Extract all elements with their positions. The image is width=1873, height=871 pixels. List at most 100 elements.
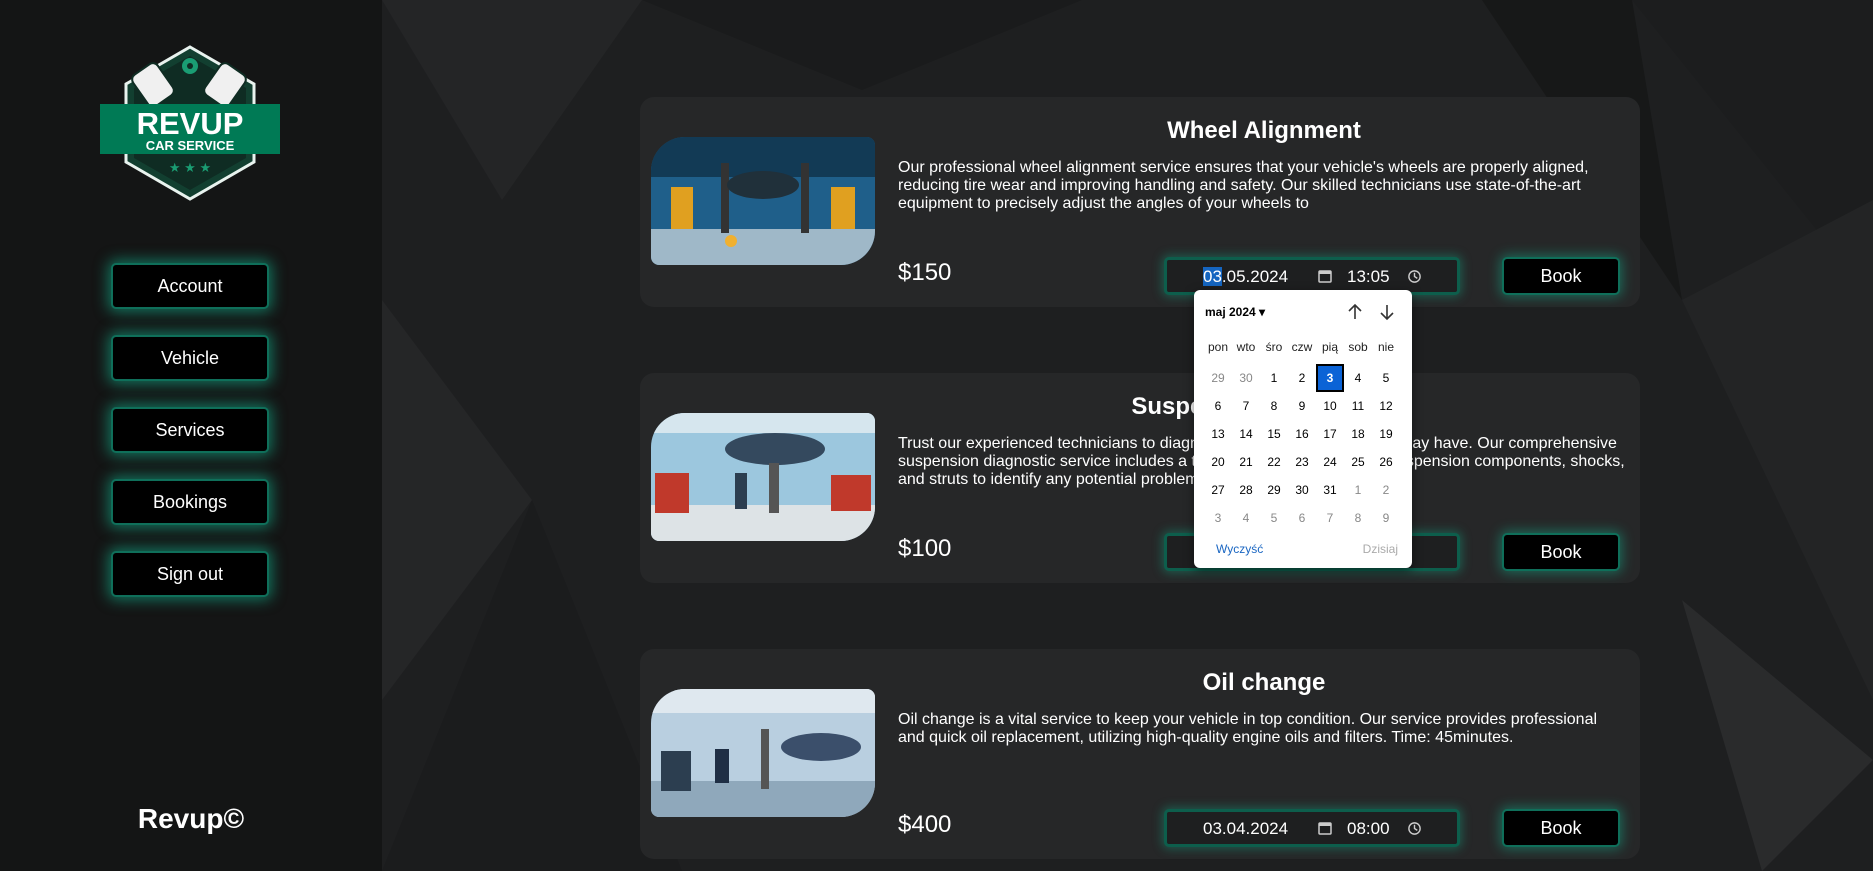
calendar-day[interactable]: 8: [1344, 504, 1372, 532]
clock-icon[interactable]: [1407, 269, 1422, 284]
calendar-week: 6 7 8 9 10 11 12: [1204, 392, 1400, 420]
calendar-day[interactable]: 7: [1316, 504, 1344, 532]
service-card-wheel-alignment: Wheel Alignment Our professional wheel a…: [640, 97, 1640, 307]
calendar-day[interactable]: 9: [1372, 504, 1400, 532]
suspension-image: [651, 413, 875, 541]
arrow-down-icon[interactable]: [1378, 302, 1396, 322]
svg-text:REVUP: REVUP: [137, 106, 244, 141]
service-card-suspension: Suspension Diagnostic Trust our experien…: [640, 373, 1640, 583]
datetime-input[interactable]: 03.04.2024 08:00: [1164, 809, 1460, 847]
book-button[interactable]: Book: [1502, 533, 1620, 571]
weekday-header: pon wto śro czw pią sob nie: [1204, 340, 1400, 354]
weekday-label: pon: [1207, 340, 1229, 354]
calendar-day[interactable]: 26: [1372, 448, 1400, 476]
day-grid: 29 30 1 2 3 4 5 6 7 8 9 10 11 12 13 14 15 16 17 18 19 20 21 22 2…: [1204, 364, 1400, 532]
service-title: Oil change: [1202, 669, 1326, 696]
weekday-label: sob: [1348, 340, 1368, 354]
calendar-icon[interactable]: [1317, 268, 1333, 284]
calendar-week: 3456789: [1204, 504, 1400, 532]
sidebar: REVUP CAR SERVICE ★ ★ ★ Account Vehicle …: [0, 0, 382, 871]
weekday-label: pią: [1321, 340, 1338, 354]
calendar-icon[interactable]: [1317, 820, 1333, 836]
calendar-day[interactable]: 5: [1372, 364, 1400, 392]
service-price: $100: [898, 535, 952, 562]
calendar-day[interactable]: 1: [1260, 364, 1288, 392]
calendar-day[interactable]: 11: [1344, 392, 1372, 420]
service-title: Wheel Alignment: [1167, 117, 1361, 144]
calendar-day[interactable]: 4: [1232, 504, 1260, 532]
calendar-day[interactable]: 6: [1288, 504, 1316, 532]
calendar-day[interactable]: 2: [1288, 364, 1316, 392]
clock-icon[interactable]: [1407, 821, 1422, 836]
weekday-label: wto: [1236, 340, 1256, 354]
calendar-day[interactable]: 4: [1344, 364, 1372, 392]
service-price: $150: [898, 259, 952, 286]
calendar-day[interactable]: 30: [1232, 364, 1260, 392]
weekday-label: czw: [1291, 340, 1313, 354]
date-value[interactable]: 03.04.2024: [1203, 819, 1288, 839]
calendar-day[interactable]: 29: [1204, 364, 1232, 392]
date-value[interactable]: 03.05.2024: [1203, 267, 1288, 287]
account-button[interactable]: Account: [111, 263, 269, 309]
service-description: Oil change is a vital service to keep yo…: [898, 711, 1598, 746]
wheel-alignment-image: [651, 137, 875, 265]
calendar-week: 27 28 29 30 31 1 2: [1204, 476, 1400, 504]
sign-out-button[interactable]: Sign out: [111, 551, 269, 597]
services-button[interactable]: Services: [111, 407, 269, 453]
calendar-day[interactable]: 13: [1204, 420, 1232, 448]
calendar-day[interactable]: 1: [1344, 476, 1372, 504]
weekday-label: nie: [1377, 340, 1394, 354]
month-year-dropdown[interactable]: maj 2024 ▾: [1205, 305, 1265, 319]
calendar-day[interactable]: 19: [1372, 420, 1400, 448]
calendar-day[interactable]: 3: [1316, 364, 1344, 392]
calendar-day[interactable]: 28: [1232, 476, 1260, 504]
service-description: Our professional wheel alignment service…: [898, 159, 1589, 212]
calendar-day[interactable]: 18: [1344, 420, 1372, 448]
calendar-day[interactable]: 25: [1344, 448, 1372, 476]
calendar-week: 20 21 22 23 24 25 26: [1204, 448, 1400, 476]
calendar-day[interactable]: 23: [1288, 448, 1316, 476]
oil-change-image: [651, 689, 875, 817]
date-picker-popup: maj 2024 ▾ pon wto śro czw pią sob nie 29 30 1 2 3…: [1194, 290, 1412, 568]
footer-brand: Revup©: [137, 803, 245, 834]
calendar-day[interactable]: 15: [1260, 420, 1288, 448]
bookings-button[interactable]: Bookings: [111, 479, 269, 525]
svg-text:★ ★ ★: ★ ★ ★: [169, 160, 211, 175]
calendar-day[interactable]: 3: [1204, 504, 1232, 532]
svg-text:CAR SERVICE: CAR SERVICE: [146, 138, 235, 153]
book-button[interactable]: Book: [1502, 257, 1620, 295]
main-content: Wheel Alignment Our professional wheel a…: [382, 0, 1873, 871]
calendar-week: 13 14 15 16 17 18 19: [1204, 420, 1400, 448]
time-value[interactable]: 13:05: [1347, 267, 1390, 287]
calendar-day[interactable]: 30: [1288, 476, 1316, 504]
calendar-day[interactable]: 17: [1316, 420, 1344, 448]
weekday-label: śro: [1265, 340, 1283, 354]
arrow-up-icon[interactable]: [1346, 302, 1364, 322]
calendar-day[interactable]: 5: [1260, 504, 1288, 532]
calendar-week: 29 30 1 2 3 4 5: [1204, 364, 1400, 392]
calendar-day[interactable]: 24: [1316, 448, 1344, 476]
calendar-day[interactable]: 16: [1288, 420, 1316, 448]
calendar-day[interactable]: 10: [1316, 392, 1344, 420]
calendar-day[interactable]: 27: [1204, 476, 1232, 504]
calendar-day[interactable]: 31: [1316, 476, 1344, 504]
calendar-day[interactable]: 29: [1260, 476, 1288, 504]
today-button[interactable]: Dzisiaj: [1363, 542, 1398, 556]
calendar-day[interactable]: 7: [1232, 392, 1260, 420]
book-button[interactable]: Book: [1502, 809, 1620, 847]
revup-logo[interactable]: REVUP CAR SERVICE ★ ★ ★: [98, 44, 282, 202]
vehicle-button[interactable]: Vehicle: [111, 335, 269, 381]
service-price: $400: [898, 811, 952, 838]
service-card-oil-change: Oil change Oil change is a vital service…: [640, 649, 1640, 859]
calendar-day[interactable]: 8: [1260, 392, 1288, 420]
calendar-day[interactable]: 21: [1232, 448, 1260, 476]
calendar-day[interactable]: 6: [1204, 392, 1232, 420]
clear-button[interactable]: Wyczyść: [1216, 542, 1263, 556]
calendar-day[interactable]: 14: [1232, 420, 1260, 448]
calendar-day[interactable]: 2: [1372, 476, 1400, 504]
calendar-day[interactable]: 12: [1372, 392, 1400, 420]
calendar-day[interactable]: 22: [1260, 448, 1288, 476]
calendar-day[interactable]: 20: [1204, 448, 1232, 476]
time-value[interactable]: 08:00: [1347, 819, 1390, 839]
calendar-day[interactable]: 9: [1288, 392, 1316, 420]
